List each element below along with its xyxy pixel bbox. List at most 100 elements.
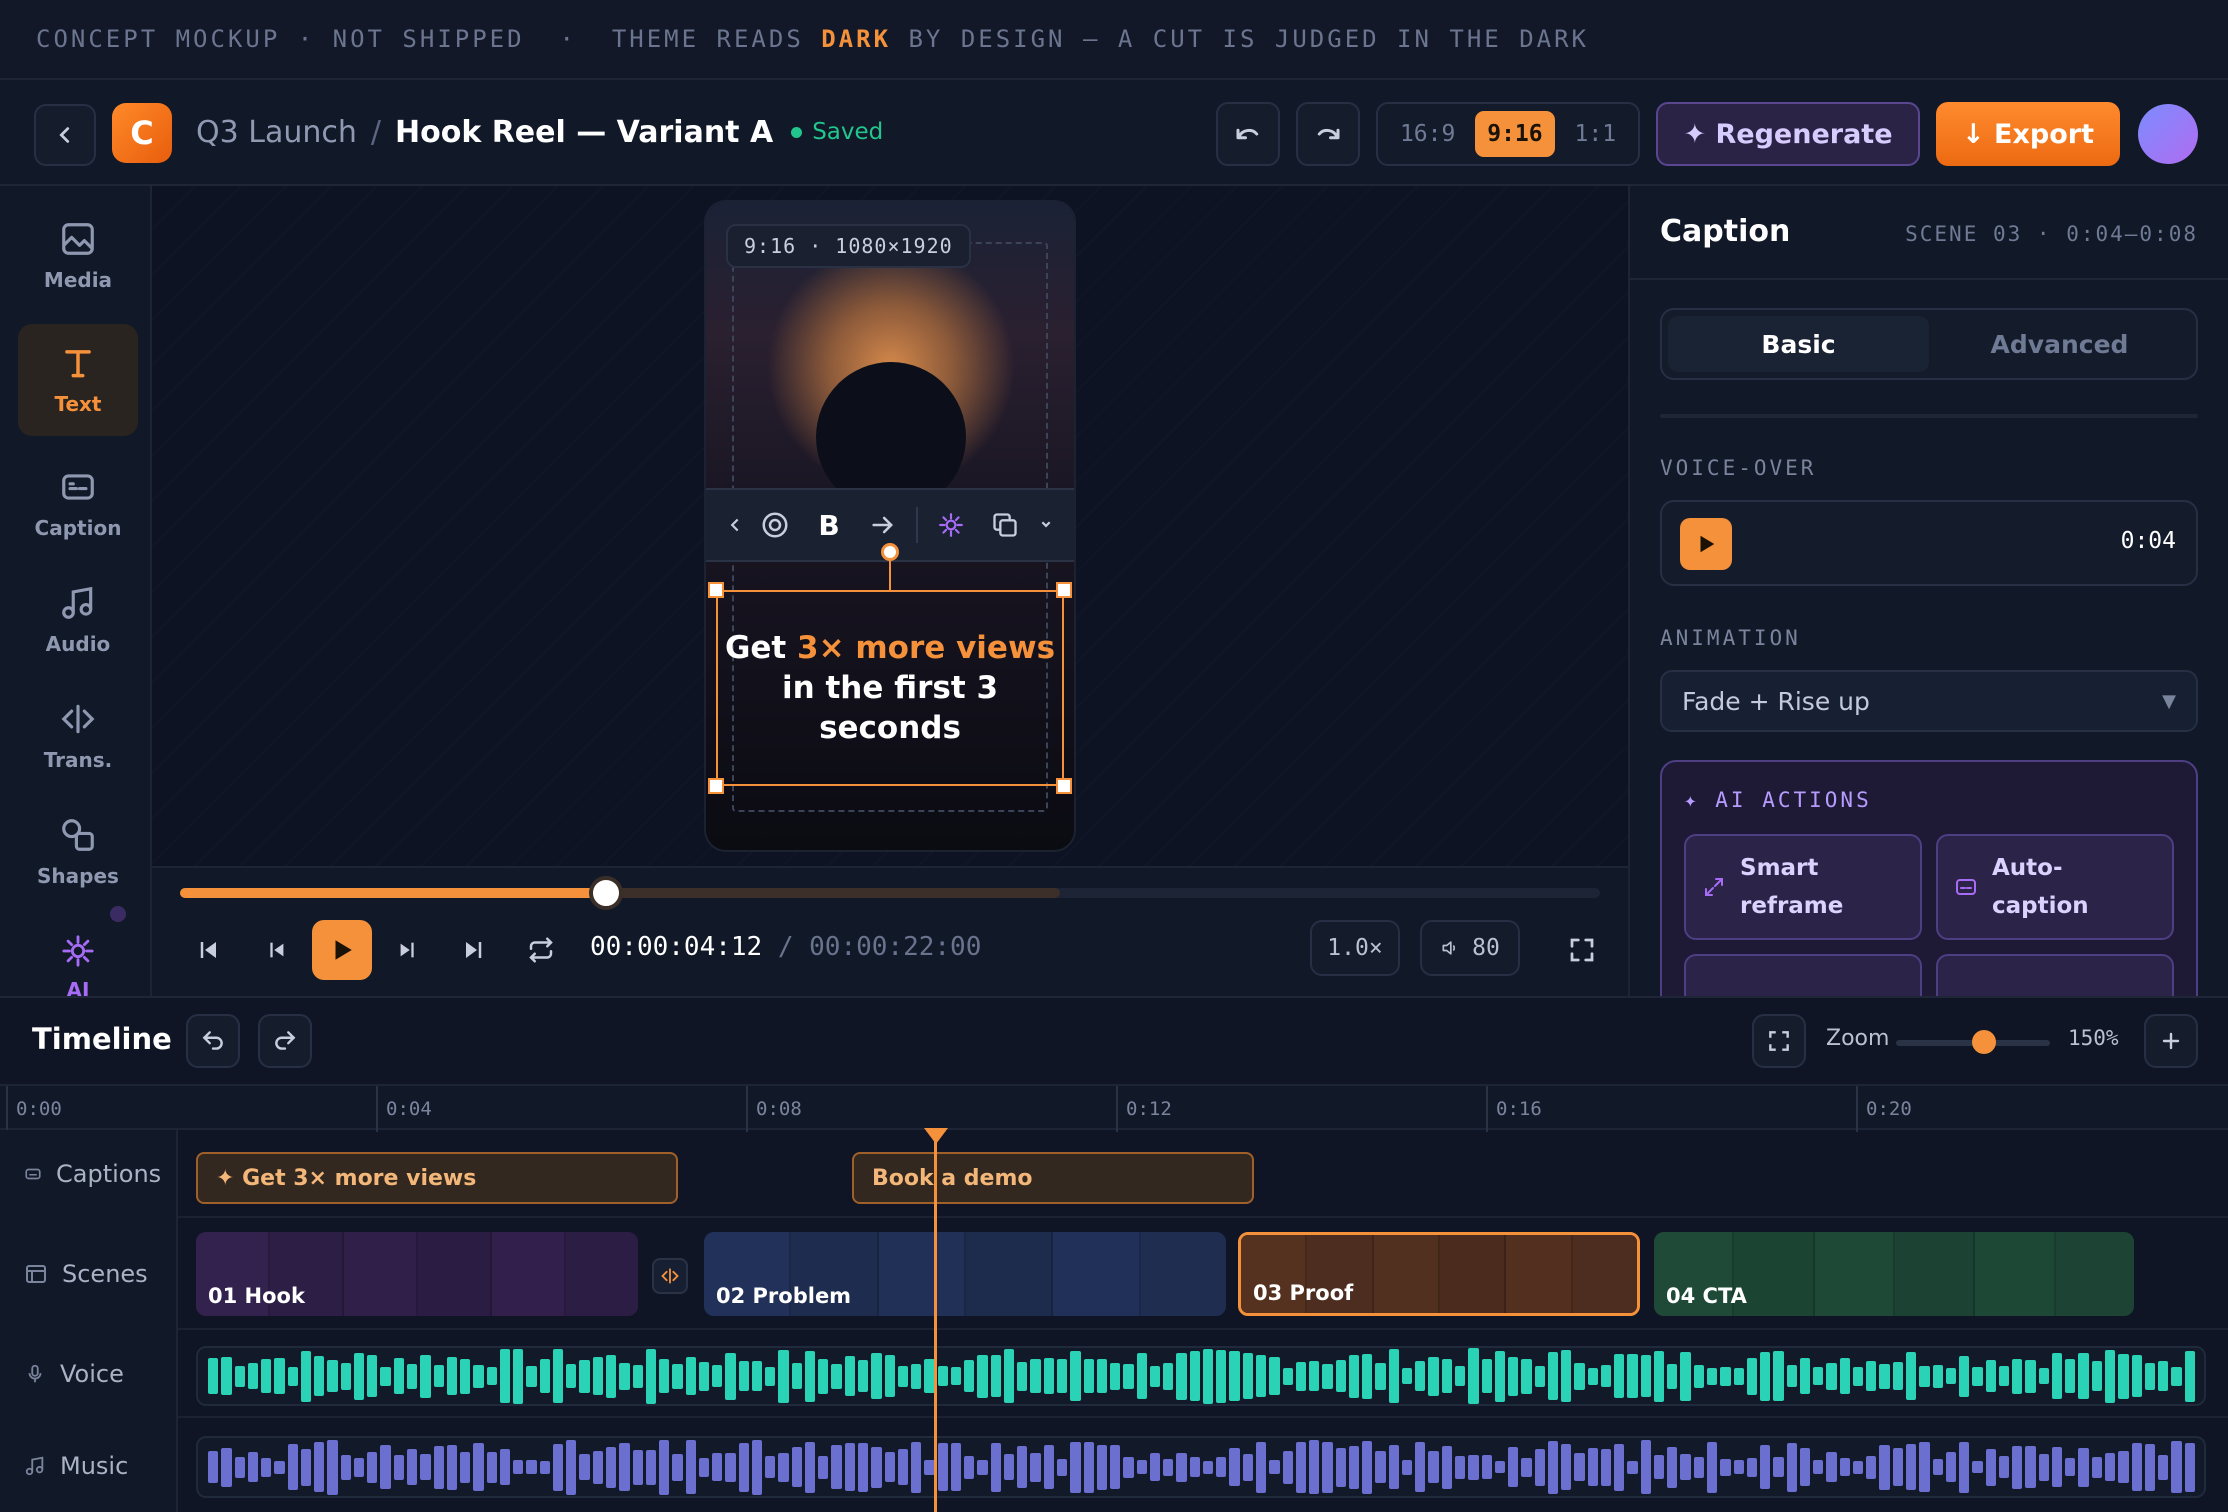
voiceover-waveform[interactable] [1750,516,2100,570]
play-button[interactable] [312,920,372,980]
back-button[interactable] [34,104,96,166]
re-image-button[interactable]: Re-image [1936,954,2174,996]
waveform-bar [765,1456,776,1478]
next-frame-button[interactable] [382,920,432,980]
caption-text-box[interactable]: Get 3× more views in the first 3 seconds [708,582,1072,794]
fullscreen-button[interactable] [1552,920,1612,980]
smart-reframe-button[interactable]: Smart reframe [1684,834,1922,940]
fit-timeline-button[interactable] [1752,1014,1806,1068]
timeline-undo-button[interactable] [186,1014,240,1068]
tab-advanced[interactable]: Advanced [1929,316,2190,372]
bold-icon[interactable]: B [802,496,856,554]
skip-to-start-button[interactable] [184,920,234,980]
waveform-bar [1255,1441,1267,1493]
auto-caption-button[interactable]: Auto-caption [1936,834,2174,940]
waveform-bar [1653,1455,1665,1479]
caption-text-accent: 3× more views [797,630,1056,666]
waveform-bar [2078,1353,2089,1399]
loop-icon [529,937,553,963]
scene-clip-proof[interactable]: 03 Proof [1238,1232,1640,1316]
ai-actions-card: ✦ AI ACTIONS Smart reframe Auto-caption … [1660,760,2198,996]
zoom-slider-knob[interactable] [1972,1030,1996,1054]
sparkle-icon[interactable] [924,496,978,554]
resize-handle-top-left[interactable] [708,582,724,598]
scene-clip-hook[interactable]: 01 Hook [196,1232,638,1316]
undo-button[interactable] [1216,102,1280,166]
target-icon[interactable] [748,496,802,554]
playhead[interactable] [934,1132,937,1512]
waveform-bar [1003,1454,1015,1480]
track-header-captions[interactable]: Captions [0,1130,178,1218]
time-ruler[interactable]: 0:00 0:04 0:08 0:12 0:16 0:20 [0,1084,2228,1132]
redo-button[interactable] [1296,102,1360,166]
track-header-music[interactable]: Music [0,1418,178,1512]
waveform-bar [1972,1366,1983,1386]
waveform-bar [566,1439,577,1495]
breadcrumb-separator: / [370,114,381,150]
waveform-bar [804,1350,816,1402]
regenerate-button[interactable]: ✦ Regenerate [1656,102,1920,166]
waveform-bar [2131,1443,2142,1491]
chevron-left-icon[interactable] [720,496,748,554]
voiceover-play-button[interactable] [1680,518,1732,570]
waveform-bar [1760,1445,1771,1489]
loop-button[interactable] [516,920,566,980]
scene-clip-problem[interactable]: 02 Problem [704,1232,1226,1316]
transition-marker[interactable] [652,1258,688,1294]
page-title[interactable]: Hook Reel — Variant A [395,115,773,150]
rotate-handle[interactable] [881,543,899,561]
playhead-handle[interactable] [924,1128,948,1144]
waveform-bar [1415,1442,1426,1492]
rail-item-media[interactable]: Media [18,200,138,312]
waveform-bar [1216,1457,1227,1477]
tab-basic[interactable]: Basic [1668,316,1929,372]
ratio-1-1[interactable]: 1:1 [1563,111,1629,157]
caption-clip[interactable]: Book a demo [852,1152,1254,1204]
waveform-bar [1786,1442,1797,1492]
waveform-bar [1083,1359,1094,1393]
voice-waveform-clip[interactable] [196,1346,2206,1406]
resize-handle-bottom-left[interactable] [708,778,724,794]
waveform-bar [1282,1367,1293,1385]
prev-frame-button[interactable] [252,920,302,980]
waveform-bar [592,1357,603,1395]
remove-bg-button[interactable]: Remove BG [1684,954,1922,996]
ratio-16-9[interactable]: 16:9 [1388,111,1467,157]
resize-handle-top-right[interactable] [1056,582,1072,598]
rail-item-caption[interactable]: Caption [18,448,138,560]
ratio-9-16[interactable]: 9:16 [1475,111,1555,157]
resize-handle-bottom-right[interactable] [1056,778,1072,794]
scene-clip-cta[interactable]: 04 CTA [1654,1232,2134,1316]
add-track-button[interactable] [2144,1014,2198,1068]
rail-item-text[interactable]: Text [18,324,138,436]
breadcrumb-project[interactable]: Q3 Launch [196,115,357,150]
timeline-redo-button[interactable] [258,1014,312,1068]
rail-item-transitions[interactable]: Trans. [18,680,138,792]
waveform-bar [844,1443,856,1491]
track-header-scenes[interactable]: Scenes [0,1218,178,1330]
export-button[interactable]: ↓ Export [1936,102,2120,166]
scrubber-knob[interactable] [589,876,623,910]
caption-clip[interactable]: ✦ Get 3× more views [196,1152,678,1204]
waveform-bar [1773,1457,1784,1477]
ai-notification-dot [110,906,126,922]
plus-icon [2162,1032,2180,1050]
rail-item-shapes[interactable]: Shapes [18,796,138,908]
timeline-title: Timeline [32,1022,172,1056]
music-waveform-clip[interactable] [196,1436,2206,1498]
animation-select[interactable]: Fade + Rise up ▼ [1660,670,2198,732]
waveform-bar [406,1363,418,1389]
rail-item-audio[interactable]: Audio [18,564,138,676]
track-header-voice[interactable]: Voice [0,1330,178,1418]
avatar[interactable] [2138,104,2198,164]
waveform-bar [2131,1355,2142,1397]
duplicate-icon[interactable] [978,496,1032,554]
waveform-bar [1653,1350,1665,1402]
playback-speed-button[interactable]: 1.0× [1310,920,1400,976]
waveform-bar [950,1443,962,1491]
waveform-bar [1561,1350,1572,1402]
waveform-bar [1269,1357,1280,1395]
skip-to-end-button[interactable] [448,920,498,980]
volume-control[interactable]: 80 [1420,920,1520,976]
chevron-down-icon[interactable] [1032,496,1060,554]
